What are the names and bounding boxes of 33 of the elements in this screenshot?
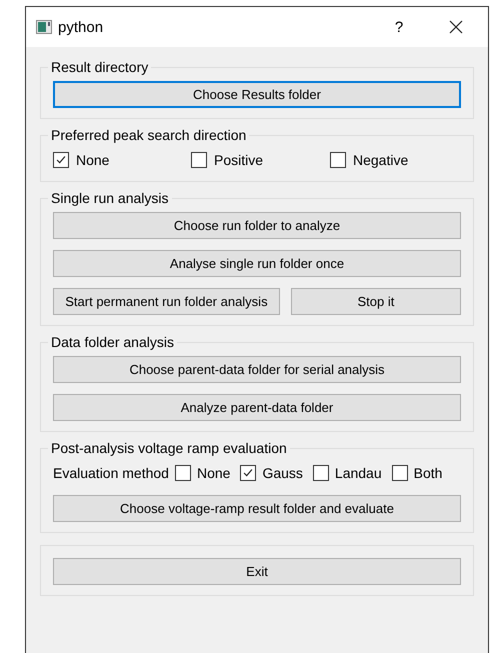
push-button[interactable]: Start permanent run folder analysis [53, 288, 280, 315]
checkbox[interactable] [191, 152, 207, 168]
checkbox-label[interactable]: Negative [353, 152, 408, 168]
checkbox[interactable] [174, 465, 191, 481]
push-button[interactable]: Choose Results folder [53, 81, 461, 108]
group-title: Single run analysis [50, 190, 170, 206]
close-icon[interactable] [449, 20, 463, 34]
push-button[interactable]: Exit [53, 558, 461, 585]
group-title: Data folder analysis [50, 334, 175, 350]
checkbox[interactable] [330, 152, 346, 168]
group-title: Post-analysis voltage ramp evaluation [50, 440, 288, 456]
checkbox[interactable] [240, 465, 256, 481]
checkbox-label[interactable]: Gauss [262, 465, 303, 481]
checkbox-label[interactable]: Landau [334, 465, 382, 481]
checkbox[interactable] [53, 152, 69, 168]
group-title: Preferred peak search direction [50, 127, 248, 143]
checkbox-label[interactable]: None [196, 465, 230, 481]
push-button[interactable]: Choose parent-data folder for serial analysis [53, 356, 461, 383]
push-button[interactable]: Analyse single run folder once [53, 250, 461, 277]
window-title: python [58, 18, 104, 36]
checkbox[interactable] [392, 465, 408, 481]
push-button[interactable]: Choose run folder to analyze [53, 212, 461, 239]
push-button[interactable]: Stop it [290, 288, 461, 315]
field-label: Evaluation method [53, 465, 169, 481]
push-button[interactable]: Analyze parent-data folder [53, 394, 461, 421]
checkbox-label[interactable]: Both [414, 465, 442, 481]
checkbox[interactable] [312, 465, 329, 481]
checkbox-label[interactable]: Positive [214, 152, 264, 168]
checkbox-label[interactable]: None [76, 152, 110, 168]
window-icon [36, 20, 52, 34]
push-button[interactable]: Choose voltage-ramp result folder and evaluate [53, 495, 461, 522]
group-title: Result directory [50, 59, 150, 75]
help-button[interactable]: ? [389, 18, 409, 36]
